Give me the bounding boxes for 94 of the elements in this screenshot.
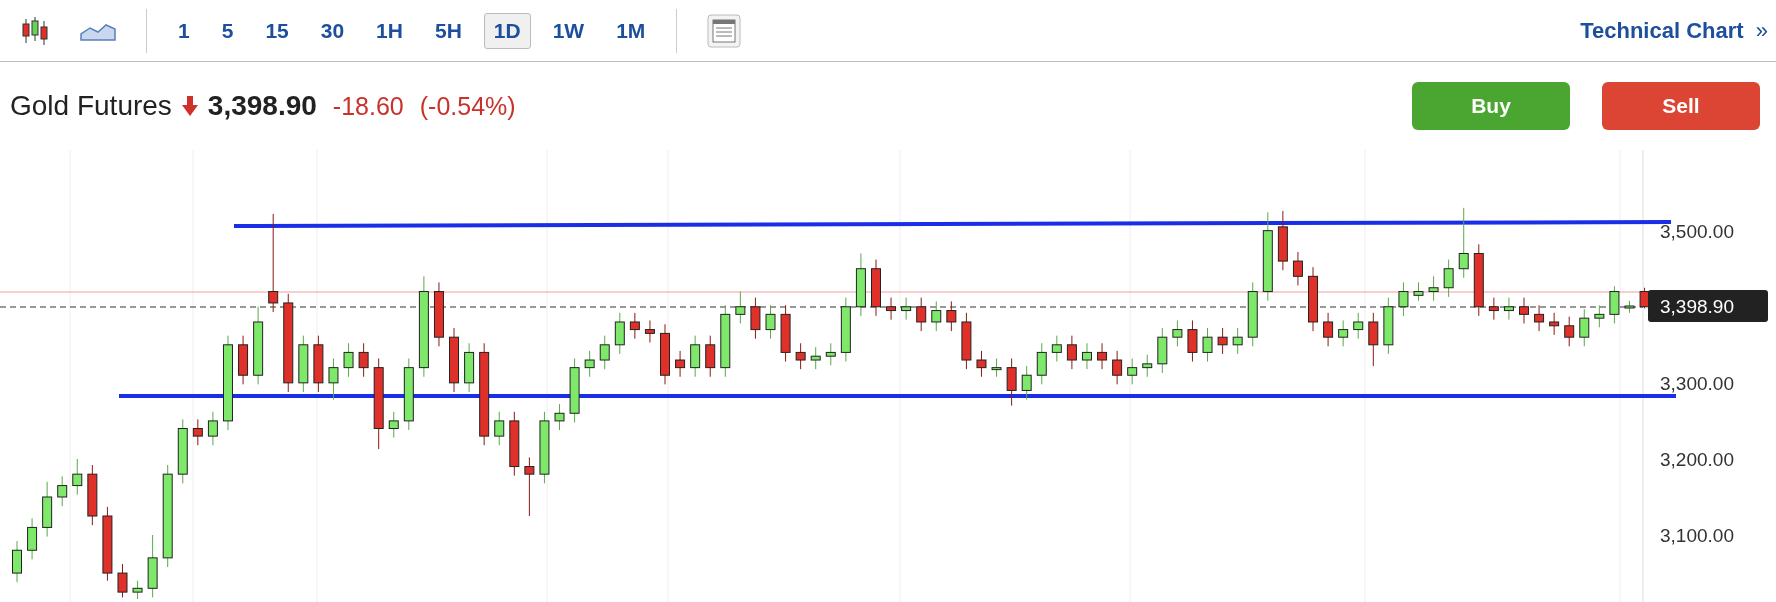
candlestick xyxy=(1097,342,1108,370)
candlestick xyxy=(991,358,1002,378)
candlestick xyxy=(675,350,686,378)
axis-label: 3,200.00 xyxy=(1660,448,1734,470)
candlestick xyxy=(1353,312,1364,340)
candlestick xyxy=(388,411,399,439)
interval-tab[interactable]: 30 xyxy=(310,12,355,49)
candlestick xyxy=(644,319,655,344)
candlestick xyxy=(192,418,203,446)
candlestick xyxy=(524,456,535,517)
price-change: -18.60 xyxy=(332,91,404,121)
candlestick xyxy=(1066,335,1077,370)
candlestick xyxy=(328,358,339,401)
candlestick-icon[interactable] xyxy=(20,14,50,47)
interval-tab[interactable]: 5H xyxy=(424,12,472,49)
candlestick xyxy=(901,297,912,321)
candlestick xyxy=(343,342,354,378)
candlestick xyxy=(1458,207,1469,279)
candlestick xyxy=(1081,342,1092,370)
candlestick xyxy=(765,304,776,340)
candlestick xyxy=(1142,354,1153,378)
axis-label: 3,100.00 xyxy=(1660,525,1734,547)
instrument-name: Gold Futures xyxy=(10,90,172,122)
candlestick xyxy=(494,411,505,446)
candlestick xyxy=(825,342,836,366)
candlestick xyxy=(1534,304,1545,332)
candlestick xyxy=(1398,281,1409,317)
candlestick xyxy=(268,213,279,313)
candlestick xyxy=(705,335,716,378)
candlestick xyxy=(976,350,987,378)
candlestick xyxy=(1217,327,1228,355)
candlestick xyxy=(810,346,821,370)
interval-tab[interactable]: 1H xyxy=(366,12,413,49)
interval-tab[interactable]: 5 xyxy=(211,12,244,49)
candlestick xyxy=(629,312,640,340)
interval-tab[interactable]: 1W xyxy=(542,12,595,49)
candlestick xyxy=(1338,319,1349,347)
candlestick xyxy=(1292,251,1303,286)
candlestick xyxy=(1488,297,1499,321)
candlestick xyxy=(1172,319,1183,347)
axis-label: 3,300.00 xyxy=(1660,372,1734,394)
candlestick xyxy=(1549,312,1560,336)
candlestick xyxy=(614,312,625,355)
candlestick xyxy=(117,563,128,598)
candlestick xyxy=(1594,304,1605,328)
candlestick xyxy=(1323,312,1334,347)
candlestick xyxy=(1443,259,1454,298)
candlestick xyxy=(1564,316,1575,347)
candlestick xyxy=(1579,308,1590,347)
candlestick xyxy=(946,300,957,332)
candlestick xyxy=(57,475,68,507)
candlestick xyxy=(1202,327,1213,363)
candlestick xyxy=(358,342,369,378)
candlestick xyxy=(1609,285,1620,324)
candlestick xyxy=(1519,297,1529,324)
candlestick xyxy=(1127,358,1138,385)
last-price-label: 3,398.90 xyxy=(1660,296,1734,317)
technical-chart-link[interactable]: Technical Chart » xyxy=(1580,17,1768,44)
interval-tab[interactable]: 1 xyxy=(168,12,200,49)
percent-change: (-0.54%) xyxy=(419,91,516,121)
down-arrow-icon xyxy=(181,96,198,116)
axis-label: 3,500.00 xyxy=(1660,220,1734,242)
candlestick xyxy=(690,335,701,378)
candlestick xyxy=(132,580,143,600)
last-price: 3,398.90 xyxy=(207,90,317,122)
candlestick xyxy=(886,297,897,321)
candlestick xyxy=(1503,297,1514,321)
candlestick xyxy=(1021,365,1032,401)
candlestick xyxy=(735,291,746,324)
candlestick xyxy=(1428,275,1439,302)
interval-tab[interactable]: 1D xyxy=(483,12,531,49)
candlestick xyxy=(27,517,38,560)
candlestick xyxy=(1187,319,1198,363)
candlestick xyxy=(1112,350,1123,385)
candlestick xyxy=(1036,342,1047,385)
candlestick xyxy=(1368,312,1379,367)
candlestick xyxy=(1232,327,1243,355)
candlestick xyxy=(795,342,806,370)
candlestick xyxy=(72,458,83,496)
candlestick xyxy=(207,411,218,446)
candlestick xyxy=(1006,358,1017,407)
candlestick xyxy=(750,297,761,340)
candlestick xyxy=(584,350,595,378)
candlestick xyxy=(1413,281,1424,302)
candlestick xyxy=(1051,335,1062,363)
interval-tab[interactable]: 15 xyxy=(255,12,299,49)
candlestick xyxy=(931,300,942,332)
candlestick xyxy=(599,335,610,370)
candlestick xyxy=(554,403,565,431)
candlestick xyxy=(12,540,22,583)
interval-tab[interactable]: 1M xyxy=(606,12,656,49)
sell-button[interactable]: Sell xyxy=(1602,82,1760,130)
document-icon[interactable] xyxy=(707,13,742,48)
candlestick xyxy=(916,297,927,332)
